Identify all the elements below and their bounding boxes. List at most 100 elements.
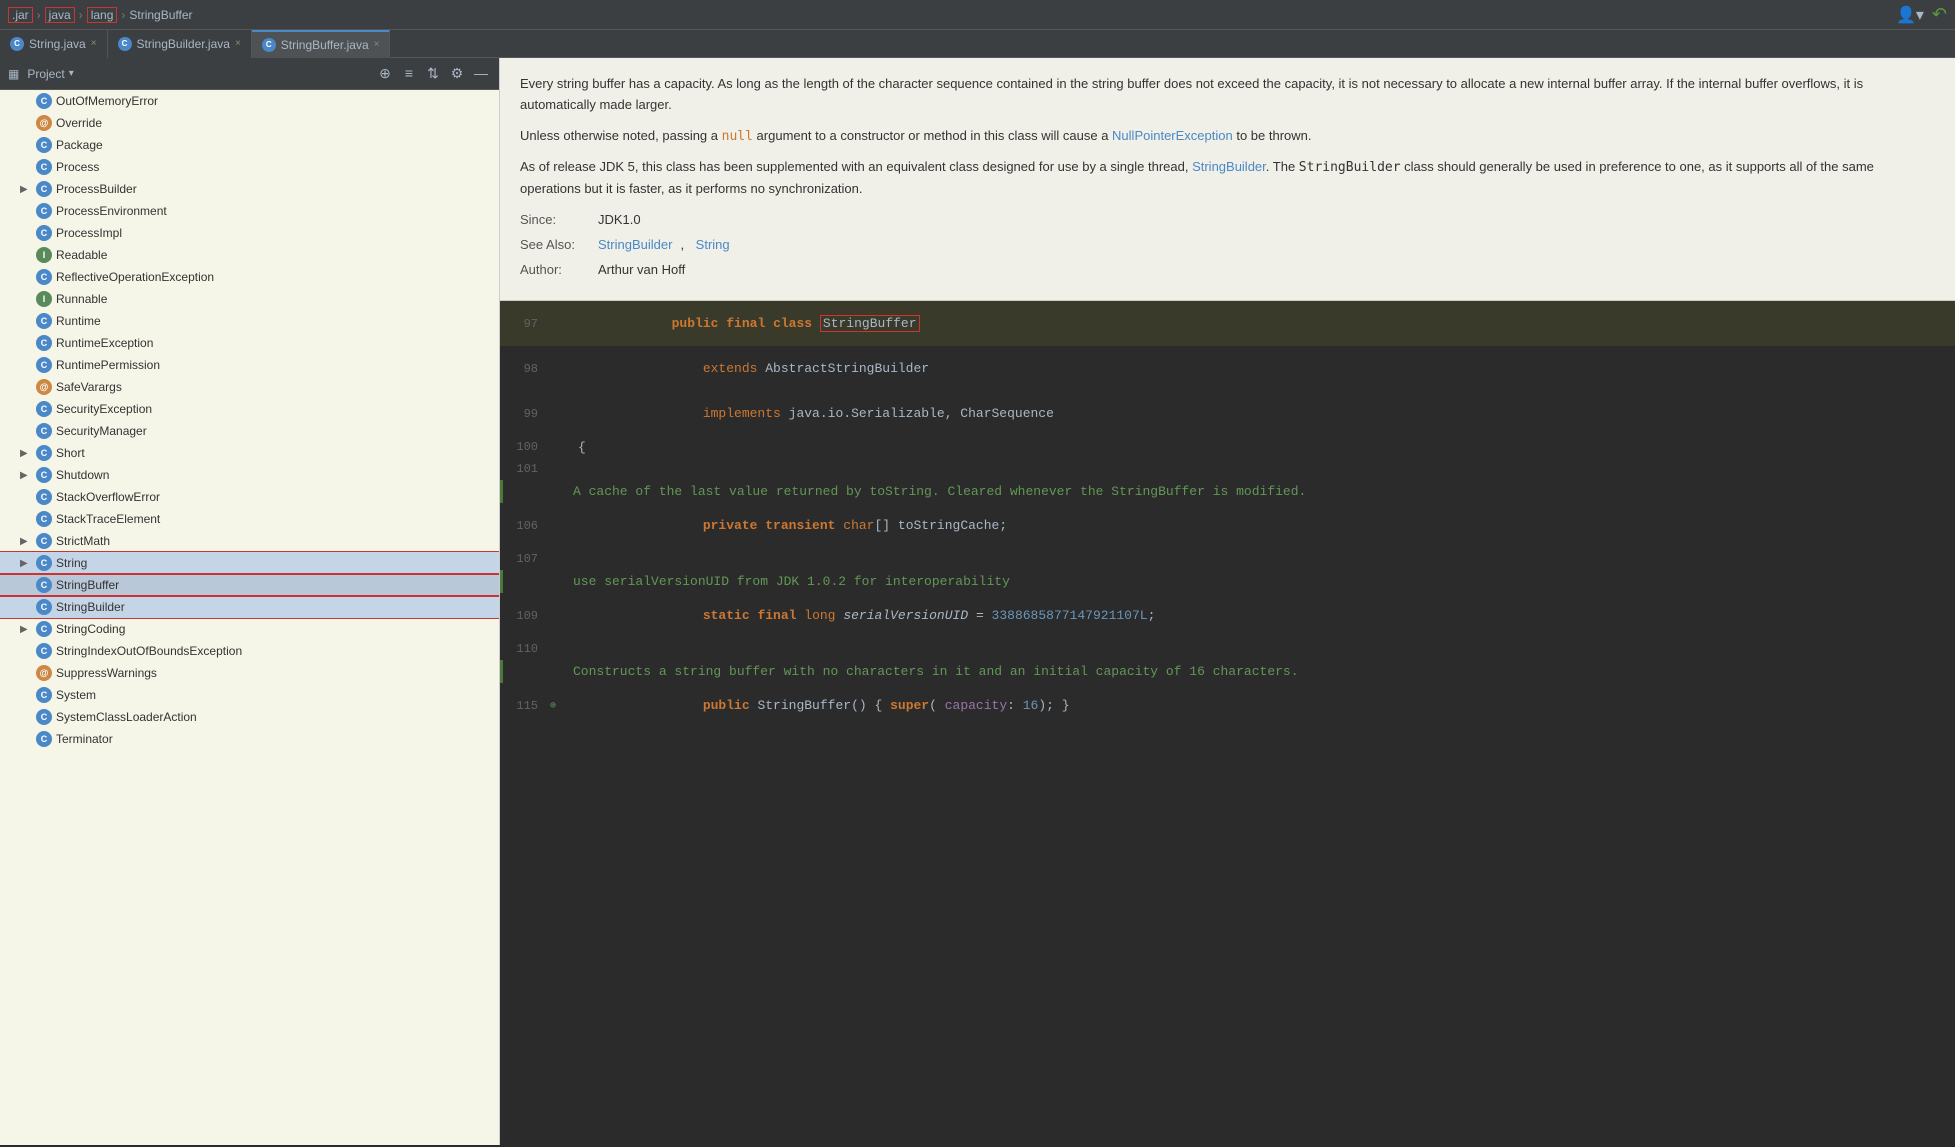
tree-item-SafeVarargs[interactable]: @ SafeVarargs [0, 376, 499, 398]
doc-seealso-string[interactable]: String [696, 235, 730, 256]
tree-item-SecurityManager[interactable]: C SecurityManager [0, 420, 499, 442]
doc-author-val: Arthur van Hoff [598, 260, 685, 281]
class-icon-c: C [36, 357, 52, 373]
class-icon-c: C [36, 225, 52, 241]
tree-item-StackOverflowError[interactable]: C StackOverflowError [0, 486, 499, 508]
sidebar-content: C OutOfMemoryError @ Override C Package … [0, 90, 499, 1145]
filter-icon[interactable]: ⇅ [423, 65, 443, 82]
sidebar-header: ▦ Project ▾ ⊕ ≡ ⇅ ⚙ — [0, 58, 499, 90]
tree-item-Terminator[interactable]: C Terminator [0, 728, 499, 750]
tree-item-Readable[interactable]: I Readable [0, 244, 499, 266]
class-icon-c: C [36, 643, 52, 659]
tree-item-ProcessEnvironment[interactable]: C ProcessEnvironment [0, 200, 499, 222]
tree-item-StrictMath[interactable]: ▶ C StrictMath [0, 530, 499, 552]
tree-item-StringCoding[interactable]: ▶ C StringCoding [0, 618, 499, 640]
tree-item-ProcessImpl[interactable]: C ProcessImpl [0, 222, 499, 244]
breadcrumb-java[interactable]: java [45, 7, 75, 23]
line-content-115: public StringBuffer() { super( capacity:… [570, 683, 1078, 728]
tree-item-StringBuilder[interactable]: C StringBuilder [0, 596, 499, 618]
tab-string-java[interactable]: C String.java × [0, 30, 108, 58]
code-content: Every string buffer has a capacity. As l… [500, 58, 1955, 1145]
doc-paragraph-3: As of release JDK 5, this class has been… [520, 157, 1935, 200]
class-icon-c: C [36, 159, 52, 175]
class-icon-c: C [36, 93, 52, 109]
class-icon-c: C [36, 555, 52, 571]
tab-string-icon: C [10, 37, 24, 51]
tab-stringbuilder-close[interactable]: × [235, 38, 241, 49]
class-icon-c: C [36, 577, 52, 593]
doc-seealso-label: See Also: [520, 235, 590, 256]
tree-item-SuppressWarnings[interactable]: @ SuppressWarnings [0, 662, 499, 684]
tree-item-System[interactable]: C System [0, 684, 499, 706]
doc-stringbuilder-link[interactable]: StringBuilder [1192, 159, 1266, 174]
tree-item-Shutdown[interactable]: ▶ C Shutdown [0, 464, 499, 486]
doc-comment-1: A cache of the last value returned by to… [500, 480, 1955, 503]
tree-item-StackTraceElement[interactable]: C StackTraceElement [0, 508, 499, 530]
class-icon-c: C [36, 731, 52, 747]
main-layout: ▦ Project ▾ ⊕ ≡ ⇅ ⚙ — C OutOfMemoryError [0, 58, 1955, 1145]
class-icon-c: C [36, 709, 52, 725]
code-line-107: 107 [500, 548, 1955, 570]
tree-item-RuntimePermission[interactable]: C RuntimePermission [0, 354, 499, 376]
class-icon-i: I [36, 247, 52, 263]
sidebar-title: Project ▾ [27, 67, 73, 81]
code-line-100: 100 { [500, 436, 1955, 458]
tree-item-SystemClassLoaderAction[interactable]: C SystemClassLoaderAction [0, 706, 499, 728]
line-num-101: 101 [500, 462, 550, 476]
tree-item-SecurityException[interactable]: C SecurityException [0, 398, 499, 420]
line-num-106: 106 [500, 519, 550, 533]
doc-npe-link[interactable]: NullPointerException [1112, 128, 1233, 143]
breadcrumb-lang[interactable]: lang [87, 7, 118, 23]
tab-stringbuffer-close[interactable]: × [374, 39, 380, 50]
doc-paragraph-2: Unless otherwise noted, passing a null a… [520, 126, 1935, 148]
line-content-99: implements java.io.Serializable, CharSeq… [570, 391, 1062, 436]
comment-text-1: A cache of the last value returned by to… [573, 484, 1306, 499]
collapse-icon[interactable]: ≡ [399, 65, 419, 82]
doc-stringbuilder-code: StringBuilder [1299, 160, 1401, 175]
code-line-115: 115 ⊕ public StringBuffer() { super( cap… [500, 683, 1955, 728]
tree-item-String[interactable]: ▶ C String [0, 552, 499, 574]
line-num-110: 110 [500, 642, 550, 656]
breadcrumb-jar[interactable]: .jar [8, 7, 33, 23]
back-icon[interactable]: ↶ [1932, 4, 1947, 25]
tree-item-Override[interactable]: @ Override [0, 112, 499, 134]
code-line-98: 98 extends AbstractStringBuilder [500, 346, 1955, 391]
doc-null-code: null [722, 129, 753, 144]
tree-item-ProcessBuilder[interactable]: ▶ C ProcessBuilder [0, 178, 499, 200]
tab-stringbuilder-java[interactable]: C StringBuilder.java × [108, 30, 252, 58]
code-line-99: 99 implements java.io.Serializable, Char… [500, 391, 1955, 436]
class-icon-c: C [36, 533, 52, 549]
doc-since-label: Since: [520, 210, 590, 231]
class-icon-c: C [36, 489, 52, 505]
tree-item-Short[interactable]: ▶ C Short [0, 442, 499, 464]
doc-author-row: Author: Arthur van Hoff [520, 260, 1935, 281]
doc-seealso-stringbuilder[interactable]: StringBuilder [598, 235, 672, 256]
tree-item-StringIndexOutOfBoundsException[interactable]: C StringIndexOutOfBoundsException [0, 640, 499, 662]
class-icon-a: @ [36, 115, 52, 131]
gutter-icon-115: ⊕ [550, 700, 556, 712]
tab-string-label: String.java [29, 37, 86, 51]
tab-string-close[interactable]: × [91, 38, 97, 49]
class-icon-c: C [36, 445, 52, 461]
tree-item-OutOfMemoryError[interactable]: C OutOfMemoryError [0, 90, 499, 112]
code-line-109: 109 static final long serialVersionUID =… [500, 593, 1955, 638]
tree-item-Process[interactable]: C Process [0, 156, 499, 178]
breadcrumb-sep1: › [37, 8, 41, 22]
tree-item-StringBuffer[interactable]: C StringBuffer [0, 574, 499, 596]
tree-item-Package[interactable]: C Package [0, 134, 499, 156]
code-line-106: 106 private transient char[] toStringCac… [500, 503, 1955, 548]
sidebar-dropdown-icon[interactable]: ▾ [69, 68, 74, 79]
line-content-109: static final long serialVersionUID = 338… [570, 593, 1163, 638]
tree-item-ReflectiveOperationException[interactable]: C ReflectiveOperationException [0, 266, 499, 288]
doc-author-label: Author: [520, 260, 590, 281]
settings-icon[interactable]: ⚙ [447, 65, 467, 82]
user-icon[interactable]: 👤▾ [1896, 5, 1924, 25]
class-icon-a: @ [36, 665, 52, 681]
sync-icon[interactable]: ⊕ [375, 65, 395, 82]
tree-item-Runnable[interactable]: I Runnable [0, 288, 499, 310]
hide-icon[interactable]: — [471, 65, 491, 82]
line-num-99: 99 [500, 407, 550, 421]
tree-item-Runtime[interactable]: C Runtime [0, 310, 499, 332]
tab-stringbuffer-java[interactable]: C StringBuffer.java × [252, 30, 391, 58]
tree-item-RuntimeException[interactable]: C RuntimeException [0, 332, 499, 354]
